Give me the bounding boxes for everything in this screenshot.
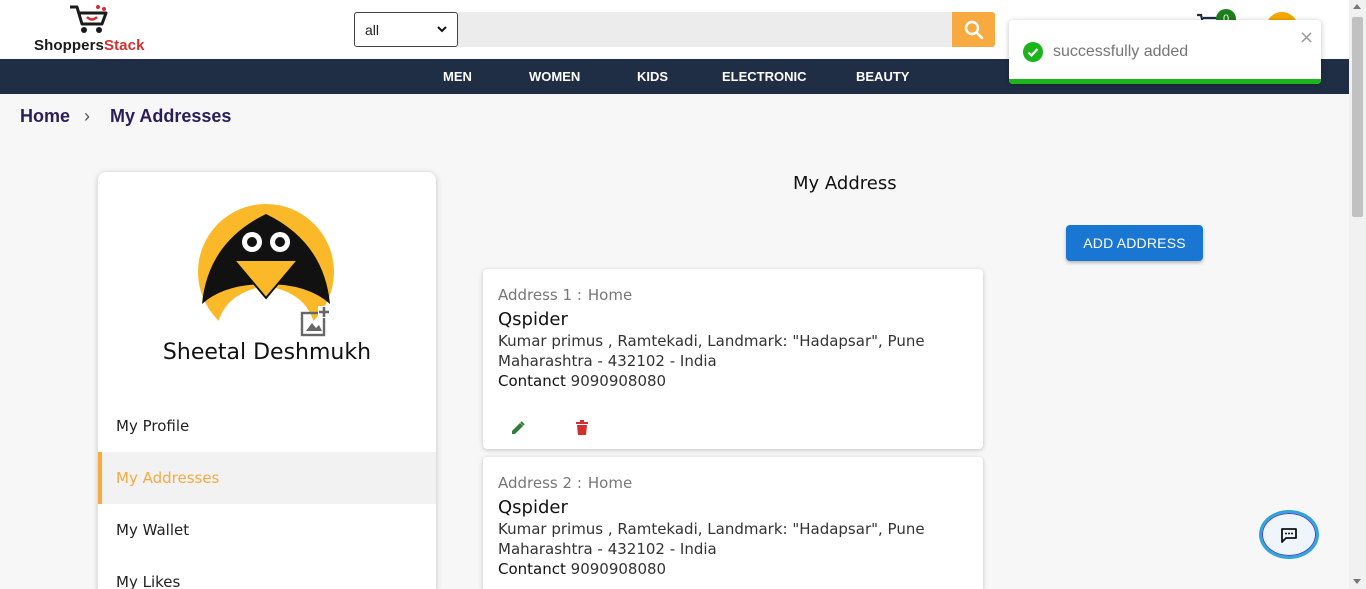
address-name: Qspider bbox=[498, 497, 568, 518]
nav-item-kids[interactable]: KIDS bbox=[637, 59, 668, 94]
scroll-down-arrow-icon[interactable] bbox=[1353, 579, 1361, 584]
address-card: Address 2 : Home Qspider Kumar primus , R… bbox=[483, 457, 983, 589]
address-line-2: Maharashtra - 432102 - India bbox=[498, 540, 717, 558]
address-line-1: Kumar primus , Ramtekadi, Landmark: "Had… bbox=[498, 520, 925, 538]
add-photo-icon[interactable] bbox=[300, 306, 332, 338]
address-line-2: Maharashtra - 432102 - India bbox=[498, 352, 717, 370]
search-button[interactable] bbox=[952, 12, 995, 47]
chat-button[interactable] bbox=[1259, 510, 1319, 559]
sidebar-item-my-addresses[interactable]: My Addresses bbox=[98, 452, 436, 504]
address-heading: Address 2 : Home bbox=[498, 474, 633, 492]
logo-text: ShoppersStack bbox=[34, 37, 145, 54]
toast-progress-bar bbox=[1009, 79, 1321, 84]
scroll-up-arrow-icon[interactable] bbox=[1353, 4, 1361, 9]
toast-message: successfully added bbox=[1053, 43, 1189, 60]
chat-icon bbox=[1281, 527, 1297, 543]
sidebar-item-my-wallet[interactable]: My Wallet bbox=[98, 504, 436, 556]
breadcrumb-separator-icon: › bbox=[84, 106, 90, 126]
delete-icon[interactable] bbox=[575, 420, 589, 435]
address-card: Address 1 : Home Qspider Kumar primus , R… bbox=[483, 269, 983, 449]
nav-item-electronic[interactable]: ELECTRONIC bbox=[722, 59, 807, 94]
category-select[interactable]: all bbox=[354, 12, 458, 47]
page-scrollbar[interactable] bbox=[1349, 0, 1366, 589]
search-icon bbox=[964, 20, 983, 39]
address-contact: Contanct 9090908080 bbox=[498, 560, 667, 578]
chevron-down-icon bbox=[437, 26, 447, 33]
shoppersstack-logo[interactable]: ShoppersStack bbox=[30, 4, 165, 56]
breadcrumb-current: My Addresses bbox=[110, 106, 232, 126]
address-heading: Address 1 : Home bbox=[498, 286, 633, 304]
scrollbar-thumb[interactable] bbox=[1352, 17, 1363, 217]
profile-name: Sheetal Deshmukh bbox=[162, 340, 372, 365]
nav-item-women[interactable]: WOMEN bbox=[529, 59, 580, 94]
nav-item-men[interactable]: MEN bbox=[443, 59, 472, 94]
edit-icon[interactable] bbox=[511, 421, 525, 435]
page-title: My Address bbox=[793, 173, 897, 194]
nav-item-beauty[interactable]: BEAUTY bbox=[856, 59, 909, 94]
add-address-button[interactable]: ADD ADDRESS bbox=[1066, 225, 1203, 261]
search-input[interactable] bbox=[458, 12, 952, 47]
address-line-1: Kumar primus , Ramtekadi, Landmark: "Had… bbox=[498, 332, 925, 350]
close-icon[interactable]: × bbox=[1299, 27, 1314, 48]
sidebar-item-my-likes[interactable]: My Likes bbox=[98, 556, 436, 589]
cart-logo-icon bbox=[70, 5, 108, 33]
sidebar-item-my-profile[interactable]: My Profile bbox=[98, 400, 436, 452]
address-name: Qspider bbox=[498, 309, 568, 330]
profile-sidebar-card: Sheetal Deshmukh My Profile My Addresses… bbox=[98, 172, 436, 589]
breadcrumb-home[interactable]: Home bbox=[20, 106, 70, 127]
check-circle-icon bbox=[1023, 42, 1043, 62]
address-contact: Contanct 9090908080 bbox=[498, 372, 667, 390]
success-toast: successfully added × bbox=[1009, 20, 1321, 84]
category-select-value: all bbox=[365, 21, 380, 38]
